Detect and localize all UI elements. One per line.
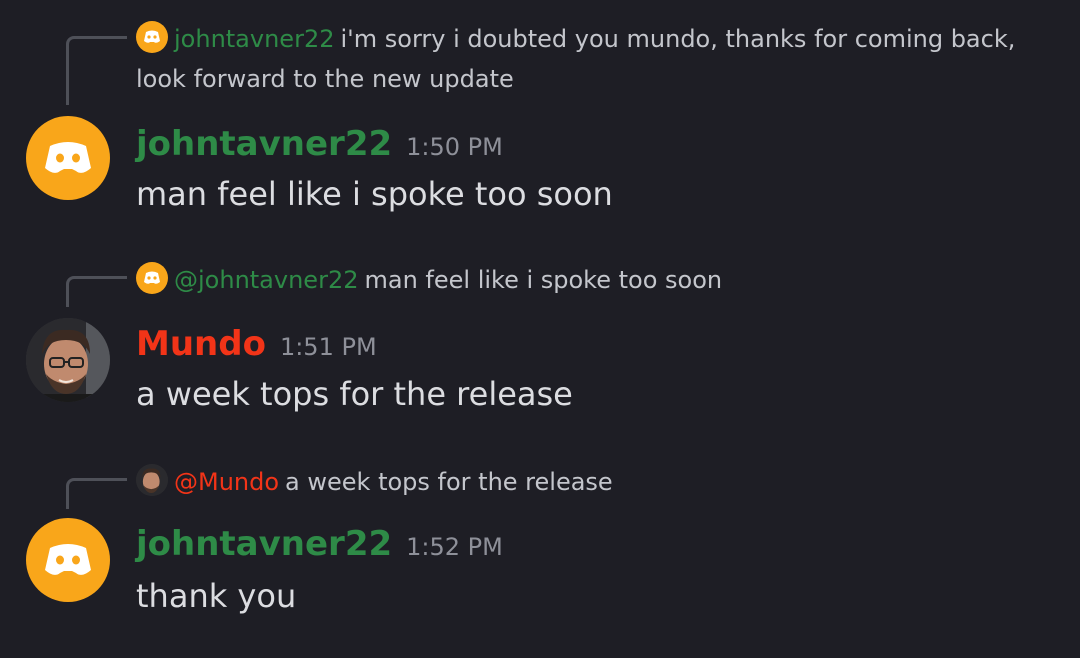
timestamp: 1:51 PM (279, 333, 377, 361)
reply-preview[interactable]: @johntavner22 man feel like i spoke too s… (136, 260, 1060, 300)
message-content: thank you (136, 577, 297, 615)
reply-preview[interactable]: @Mundo a week tops for the release (136, 462, 1060, 502)
reply-spine (66, 276, 127, 307)
timestamp: 1:50 PM (406, 133, 503, 161)
reply-text: man feel like i spoke too soon (364, 266, 723, 294)
message-content: man feel like i spoke too soon (136, 175, 613, 213)
author-name[interactable]: johntavner22 (136, 124, 392, 164)
message-header: johntavner22 1:52 PM (136, 522, 503, 566)
discord-logo-icon[interactable] (26, 116, 110, 200)
reply-preview[interactable]: johntavner22 i'm sorry i doubted you mund… (136, 19, 1060, 99)
user-photo-avatar[interactable] (26, 318, 110, 402)
reply-spine (66, 478, 127, 509)
discord-logo-icon (136, 21, 168, 53)
user-photo-avatar (136, 464, 168, 496)
reply-text: a week tops for the release (285, 468, 613, 496)
reply-spine (66, 36, 127, 105)
timestamp: 1:52 PM (406, 533, 503, 561)
discord-logo-icon (136, 262, 168, 294)
reply-author[interactable]: @johntavner22 (174, 266, 358, 294)
author-name[interactable]: johntavner22 (136, 524, 392, 564)
author-name[interactable]: Mundo (136, 324, 266, 364)
discord-logo-icon[interactable] (26, 518, 110, 602)
reply-author[interactable]: johntavner22 (174, 25, 334, 53)
message-header: Mundo 1:51 PM (136, 322, 377, 366)
message-header: johntavner22 1:50 PM (136, 122, 503, 166)
reply-author[interactable]: @Mundo (174, 468, 279, 496)
message-content: a week tops for the release (136, 375, 573, 413)
